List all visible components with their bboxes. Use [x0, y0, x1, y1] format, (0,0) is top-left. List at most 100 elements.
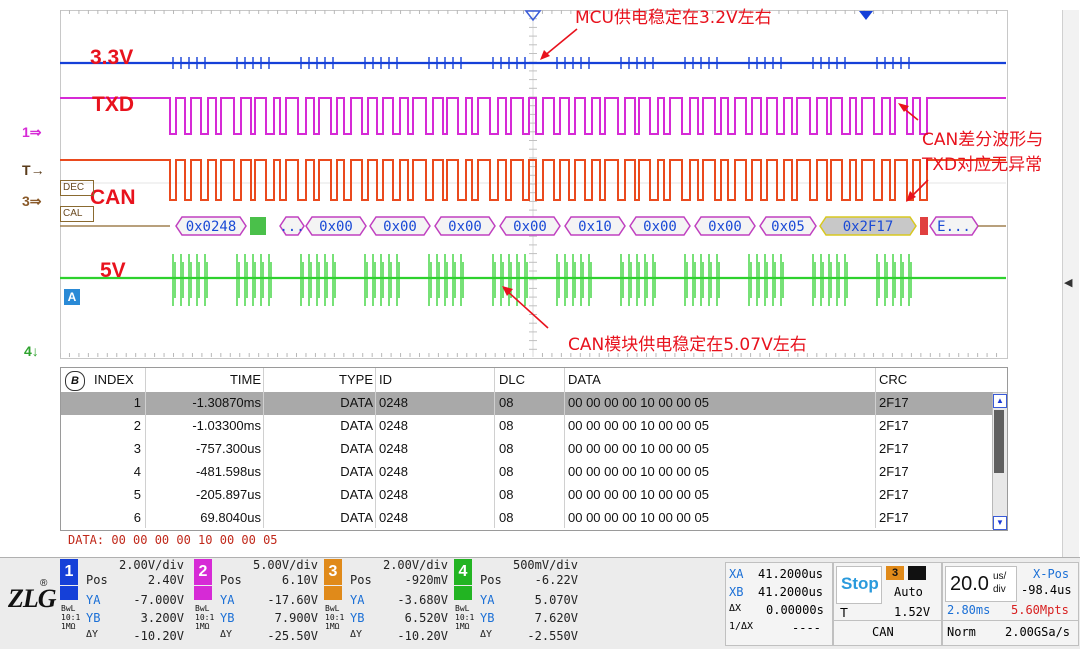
coupling-dc-icon [194, 586, 212, 600]
waveform-canvas[interactable]: 0x0248... 0x00 0x00 0x00 0x00 0x10 0x00 0x00 0x0… [60, 10, 1006, 357]
decode-segment-label: 0x2F17 [843, 219, 894, 235]
decode-segment-label: 0x00 [383, 219, 417, 235]
channel-4-panel[interactable]: 4 BwL 10:1 1MΩ 500mV/div Pos -6.22V YA 5… [454, 558, 582, 646]
cell-type: DATA [340, 487, 373, 502]
trigger-type: CAN [872, 625, 894, 639]
cell-id: 0248 [379, 510, 408, 525]
table-row[interactable]: 5 -205.897us DATA 0248 08 00 00 00 00 10 00 0… [61, 484, 993, 507]
probe-ratio: 10:1 [455, 613, 475, 622]
ya-label: YA [480, 593, 495, 607]
ch1-offset-marker[interactable]: 1⇒ [22, 124, 42, 142]
decode-segment-label: 0x05 [771, 219, 805, 235]
cell-time: 69.8040us [200, 510, 261, 525]
cell-crc: 2F17 [879, 441, 909, 456]
expand-left-icon[interactable]: ◀ [1064, 276, 1072, 289]
bandwidth-info: BwL 10:1 1MΩ [455, 604, 474, 631]
cell-crc: 2F17 [879, 395, 909, 410]
trigger-mode: Auto [894, 585, 923, 599]
header-data[interactable]: DATA [568, 369, 601, 391]
annotation-can-diff-1: CAN差分波形与 [922, 130, 1044, 150]
trigger-marker-label: T [22, 162, 31, 178]
decode-marker[interactable]: DEC [60, 180, 94, 196]
pos-value: 2.40V [147, 573, 184, 587]
bandwidth-label: BwL [195, 604, 210, 613]
table-row[interactable]: 1 -1.30870ms DATA 0248 08 00 00 00 00 10 00 0… [61, 392, 993, 415]
xpos-value: -98.4us [1021, 583, 1072, 597]
ya-value: -3.680V [397, 593, 448, 607]
header-type[interactable]: TYPE [336, 369, 373, 391]
xa-label: XA [729, 567, 744, 581]
decode-table[interactable]: B INDEX TIME TYPE ID DLC DATA CRC 1 -1.30… [60, 367, 1008, 531]
timebase-panel[interactable]: 20.0 us/ div X-Pos -98.4us 2.80ms 5.60Mp… [942, 562, 1079, 646]
header-crc[interactable]: CRC [879, 369, 907, 391]
decode-segment-label: 0x00 [513, 219, 547, 235]
table-row[interactable]: 3 -757.300us DATA 0248 08 00 00 00 00 10 00 0… [61, 438, 993, 461]
cursor-marker[interactable] [859, 11, 873, 20]
cell-data: 00 00 00 00 10 00 00 05 [568, 464, 709, 479]
trigger-level: 1.52V [894, 605, 931, 619]
header-time[interactable]: TIME [205, 369, 261, 391]
yb-value: 3.200V [140, 611, 184, 625]
table-row[interactable]: 2 -1.03300ms DATA 0248 08 00 00 00 00 10 00 0… [61, 415, 993, 438]
channel-number: 3 [324, 559, 342, 585]
ch4-spikes [172, 254, 912, 306]
volts-per-div: 2.00V/div [382, 558, 448, 572]
math-a-marker[interactable]: A [64, 289, 80, 305]
decode-segment-label: 0x00 [319, 219, 353, 235]
header-index[interactable]: INDEX [94, 369, 134, 391]
pos-label: Pos [220, 573, 242, 587]
decode-bus: 0x0248... 0x00 0x00 0x00 0x00 0x10 0x00 0x00 0x0… [60, 216, 1006, 236]
bandwidth-info: BwL 10:1 1MΩ [61, 604, 80, 631]
cell-time: -757.300us [195, 441, 261, 456]
ch4-offset-marker[interactable]: 4↓ [24, 343, 39, 361]
impedance: 1MΩ [455, 622, 470, 631]
cell-dlc: 08 [499, 418, 514, 433]
dy-label: ΔY [480, 629, 493, 640]
header-id[interactable]: ID [379, 369, 392, 391]
table-scroll-thumb[interactable] [994, 410, 1004, 473]
decode-segment-label: 0x10 [578, 219, 612, 235]
trigger-panel[interactable]: Stop 3 Auto T 1.52V CAN [833, 562, 942, 646]
annotation-mcu: MCU供电稳定在3.2V左右 [575, 8, 772, 28]
decode-segment-label: ... [279, 219, 304, 235]
cell-crc: 2F17 [879, 418, 909, 433]
trigger-level-marker[interactable]: T→ [22, 162, 45, 180]
table-row[interactable]: 4 -481.598us DATA 0248 08 00 00 00 00 10 00 0… [61, 461, 993, 484]
ch4-marker-label: 4 [24, 343, 32, 359]
arrow-right-icon: ⇒ [29, 124, 42, 140]
timebase-unit-top: us/ [993, 571, 1007, 582]
decode-segment-label: 0x0248 [186, 219, 237, 235]
run-stop-button[interactable]: Stop [836, 566, 882, 604]
cell-dlc: 08 [499, 510, 514, 525]
trigger-t-label: T [840, 605, 848, 620]
bus-b-badge: B [65, 371, 85, 391]
cell-time: -205.897us [195, 487, 261, 502]
dy-value: -10.20V [133, 629, 184, 643]
channel-2-panel[interactable]: 2 BwL 10:1 1MΩ 5.00V/div Pos 6.10V YA -1… [194, 558, 322, 646]
scroll-down-icon[interactable]: ▼ [993, 516, 1007, 530]
inv-dx-label: 1/ΔX [729, 621, 754, 632]
cell-dlc: 08 [499, 464, 514, 479]
impedance: 1MΩ [325, 622, 340, 631]
yb-value: 6.520V [404, 611, 448, 625]
coupling-dc-icon [324, 586, 342, 600]
cell-crc: 2F17 [879, 464, 909, 479]
cursor-readout[interactable]: XA 41.2000us XB 41.2000us ΔX 0.00000s 1/… [725, 562, 833, 646]
timebase-scale-box[interactable]: 20.0 us/ div [945, 566, 1017, 602]
channel-3-panel[interactable]: 3 BwL 10:1 1MΩ 2.00V/div Pos -920mV YA -… [324, 558, 452, 646]
cell-time: -481.598us [195, 464, 261, 479]
xa-value: 41.2000us [758, 567, 824, 581]
table-row[interactable]: 6 69.8040us DATA 0248 08 00 00 00 00 10 00 00… [61, 507, 993, 530]
volts-per-div: 500mV/div [512, 558, 578, 572]
ch3-offset-marker[interactable]: 3⇒ [22, 193, 42, 211]
scroll-up-icon[interactable]: ▲ [993, 394, 1007, 408]
trigger-source: 3 [886, 566, 904, 580]
cell-time: -1.30870ms [192, 395, 261, 410]
header-dlc[interactable]: DLC [499, 369, 525, 391]
dy-label: ΔY [86, 629, 99, 640]
cal-marker[interactable]: CAL [60, 206, 94, 222]
cell-id: 0248 [379, 464, 408, 479]
yb-label: YB [220, 611, 235, 625]
coupling-dc-icon [60, 586, 78, 600]
channel-1-panel[interactable]: 1 BwL 10:1 1MΩ 2.00V/div Pos 2.40V YA -7… [60, 558, 188, 646]
